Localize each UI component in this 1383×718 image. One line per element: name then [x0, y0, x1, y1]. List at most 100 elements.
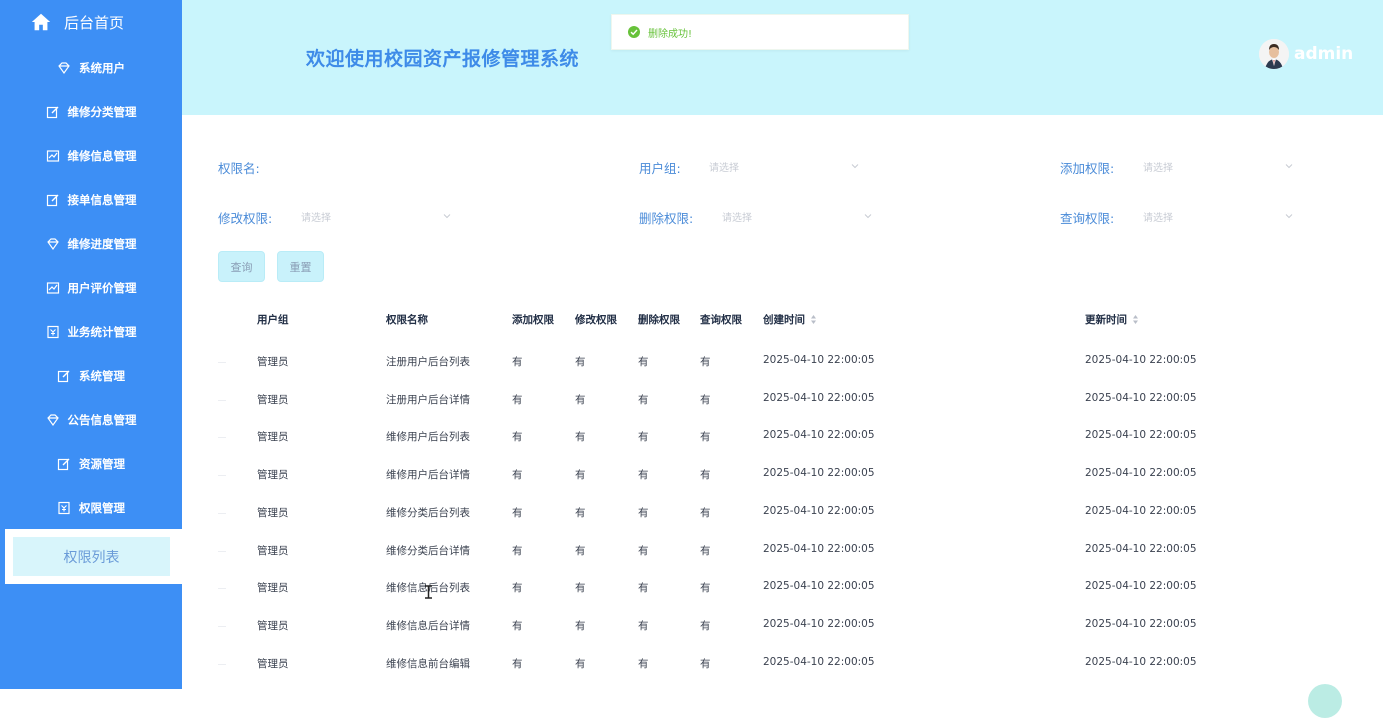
badge-icon	[46, 325, 59, 339]
cell-user-group: 管理员	[257, 393, 289, 406]
sidebar-item-label: 系统管理	[79, 369, 125, 383]
cell-add-perm: 有	[512, 657, 523, 670]
sidebar: 后台首页 系统用户维修分类管理 维修信息管理接单信息管理维修进度管理用户评价管理业…	[0, 0, 182, 689]
cell-updated-time: 2025-04-10 22:00:05	[1085, 391, 1197, 404]
row-checkbox[interactable]	[218, 588, 226, 590]
reset-button[interactable]: 重置	[277, 251, 324, 282]
cell-created-time: 2025-04-10 22:00:05	[763, 429, 875, 442]
sidebar-item-label: 维修分类管理	[67, 105, 137, 119]
row-checkbox[interactable]	[218, 512, 226, 514]
del-perm-select[interactable]: 请选择	[722, 206, 872, 226]
sidebar-sub-permission-list[interactable]: 权限列表	[13, 537, 170, 576]
cell-perm-name: 注册用户后台列表	[386, 356, 470, 368]
diamond-icon	[46, 238, 59, 251]
query-perm-select[interactable]: 请选择	[1143, 206, 1293, 226]
cell-user-group: 管理员	[257, 356, 289, 368]
cell-del-perm: 有	[638, 506, 649, 519]
sidebar-item[interactable]: 系统管理	[0, 354, 182, 398]
row-checkbox[interactable]	[218, 399, 226, 401]
cell-updated-time: 2025-04-10 22:00:05	[1085, 542, 1197, 555]
edit-perm-select[interactable]: 请选择	[301, 206, 451, 226]
cell-del-perm: 有	[638, 544, 649, 557]
sidebar-item-label: 维修信息管理	[67, 149, 137, 163]
cell-query-perm: 有	[700, 657, 711, 670]
cell-del-perm: 有	[638, 582, 649, 595]
edit-icon	[57, 370, 70, 383]
sidebar-item[interactable]: 系统用户	[0, 46, 182, 90]
sort-icon[interactable]	[1132, 314, 1139, 325]
sidebar-sub-label: 权限列表	[63, 549, 120, 566]
cell-created-time: 2025-04-10 22:00:05	[763, 391, 875, 404]
cell-query-perm: 有	[700, 356, 711, 368]
cell-query-perm: 有	[700, 582, 711, 595]
floating-action-button[interactable]	[1308, 684, 1342, 718]
sidebar-item-label: 系统用户	[79, 61, 125, 75]
del-perm-label: 删除权限:	[639, 211, 694, 226]
cell-updated-time: 2025-04-10 22:00:05	[1085, 504, 1197, 517]
sidebar-item[interactable]: 维修进度管理	[0, 222, 182, 266]
cell-created-time: 2025-04-10 22:00:05	[763, 467, 875, 480]
sidebar-item[interactable]: 维修分类管理	[0, 90, 182, 134]
add-perm-select[interactable]: 请选择	[1143, 156, 1293, 176]
cell-user-group: 管理员	[257, 657, 289, 670]
row-checkbox[interactable]	[218, 362, 226, 363]
site-title: 欢迎使用校园资产报修管理系统	[306, 48, 580, 70]
sidebar-home[interactable]: 后台首页	[0, 0, 182, 44]
cell-edit-perm: 有	[575, 619, 586, 632]
sort-icon[interactable]	[810, 314, 817, 325]
th-user-group: 用户组	[257, 314, 289, 326]
sidebar-item[interactable]: 资源管理	[0, 442, 182, 486]
cell-add-perm: 有	[512, 469, 523, 482]
cell-user-group: 管理员	[257, 619, 289, 632]
user-avatar-icon	[1259, 39, 1289, 69]
th-updated-time[interactable]: 更新时间	[1085, 312, 1139, 327]
sidebar-submenu: 权限列表	[5, 529, 182, 584]
cell-created-time: 2025-04-10 22:00:05	[763, 542, 875, 555]
cell-add-perm: 有	[512, 356, 523, 368]
chart-icon	[46, 282, 59, 294]
chevron-down-icon	[864, 214, 872, 219]
sidebar-item[interactable]: 接单信息管理	[0, 178, 182, 222]
th-query-perm: 查询权限	[700, 314, 742, 326]
sidebar-item-label: 维修进度管理	[67, 237, 137, 251]
cell-query-perm: 有	[700, 506, 711, 519]
home-icon	[31, 13, 51, 31]
cell-updated-time: 2025-04-10 22:00:05	[1085, 467, 1197, 480]
avatar[interactable]	[1259, 39, 1289, 69]
cell-edit-perm: 有	[575, 393, 586, 406]
query-perm-placeholder: 请选择	[1143, 212, 1173, 224]
sidebar-item[interactable]: 业务统计管理	[0, 310, 182, 354]
row-checkbox[interactable]	[218, 663, 226, 665]
cell-edit-perm: 有	[575, 431, 586, 444]
cell-created-time: 2025-04-10 22:00:05	[763, 655, 875, 668]
sidebar-item[interactable]: 维修信息管理	[0, 134, 182, 178]
cell-user-group: 管理员	[257, 469, 289, 482]
sidebar-item[interactable]: 用户评价管理	[0, 266, 182, 310]
edit-icon	[46, 194, 58, 207]
cell-created-time: 2025-04-10 22:00:05	[763, 354, 875, 366]
row-checkbox[interactable]	[218, 550, 226, 552]
row-checkbox[interactable]	[218, 475, 226, 477]
user-group-select[interactable]: 请选择	[709, 156, 859, 176]
sidebar-item[interactable]: 权限管理	[0, 486, 182, 530]
cell-updated-time: 2025-04-10 22:00:05	[1085, 655, 1197, 668]
cell-del-perm: 有	[638, 657, 649, 670]
th-del-perm: 删除权限	[638, 314, 680, 326]
cell-created-time: 2025-04-10 22:00:05	[763, 580, 875, 593]
row-checkbox[interactable]	[218, 437, 226, 439]
sidebar-item-label: 权限管理	[79, 501, 125, 515]
cell-edit-perm: 有	[575, 356, 586, 368]
badge-icon	[58, 501, 70, 515]
cell-del-perm: 有	[638, 619, 649, 632]
cell-user-group: 管理员	[257, 582, 289, 595]
cell-updated-time: 2025-04-10 22:00:05	[1085, 617, 1197, 630]
sidebar-item[interactable]: 公告信息管理	[0, 398, 182, 442]
username[interactable]: admin	[1294, 44, 1353, 64]
cell-add-perm: 有	[512, 582, 523, 595]
cell-del-perm: 有	[638, 393, 649, 406]
row-checkbox[interactable]	[218, 625, 226, 627]
query-button[interactable]: 查询	[218, 251, 265, 282]
cell-query-perm: 有	[700, 393, 711, 406]
th-created-time[interactable]: 创建时间	[763, 312, 817, 327]
sidebar-home-label: 后台首页	[64, 13, 125, 32]
